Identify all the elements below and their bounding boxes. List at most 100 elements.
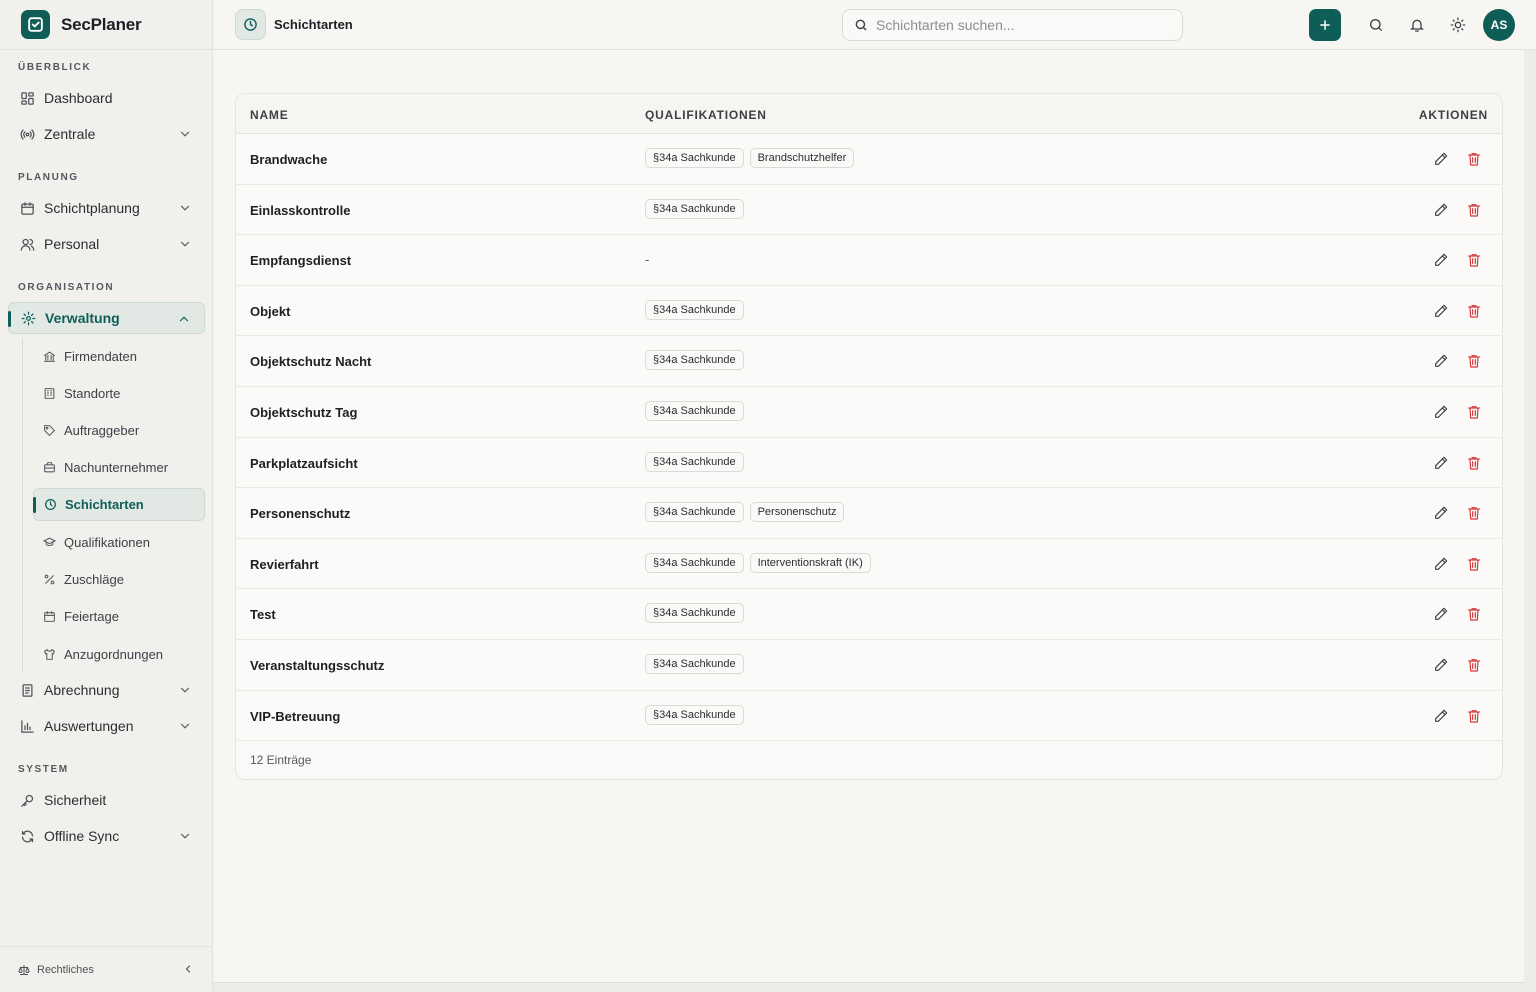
table-row[interactable]: Brandwache §34a Sachkunde Brandschutzhelfe… xyxy=(236,134,1502,185)
sidebar-subitem-anzugordnungen[interactable]: Anzugordnungen xyxy=(33,638,205,671)
table-row[interactable]: Empfangsdienst - xyxy=(236,235,1502,286)
avatar[interactable]: AS xyxy=(1483,9,1515,41)
table-row[interactable]: Revierfahrt §34a Sachkunde Interventionskr… xyxy=(236,538,1502,590)
sidebar-item-personal[interactable]: Personal xyxy=(8,228,205,260)
delete-icon[interactable] xyxy=(1466,353,1482,369)
sidebar-item-sicherheit[interactable]: Sicherheit xyxy=(8,784,205,816)
sidebar-subitem-schichtarten[interactable]: Schichtarten xyxy=(33,488,205,521)
grid-icon xyxy=(19,90,35,106)
qualification-badge: §34a Sachkunde xyxy=(645,552,744,573)
sidebar-item-verwaltung[interactable]: Verwaltung xyxy=(8,302,205,334)
sidebar-footer: Rechtliches xyxy=(0,946,212,992)
entry-count: 12 Einträge xyxy=(250,753,312,767)
sidebar-subitem-label: Standorte xyxy=(64,386,121,401)
table-row[interactable]: Objekt §34a Sachkunde xyxy=(236,285,1502,337)
collapse-sidebar-icon[interactable] xyxy=(182,963,194,975)
sidebar-item-abrechnung[interactable]: Abrechnung xyxy=(8,674,205,706)
table-row[interactable]: VIP-Betreuung §34a Sachkunde xyxy=(236,690,1502,742)
edit-icon[interactable] xyxy=(1433,455,1449,471)
table-row[interactable]: Veranstaltungsschutz §34a Sachkunde xyxy=(236,639,1502,691)
table-row[interactable]: Test §34a Sachkunde xyxy=(236,589,1502,640)
shift-type-name: Objekt xyxy=(250,303,291,319)
users-icon xyxy=(19,236,35,252)
qualification-badge: §34a Sachkunde xyxy=(645,198,744,219)
section-system: SYSTEM xyxy=(18,764,69,775)
app-name: SecPlaner xyxy=(61,14,142,34)
qualification-list: §34a Sachkunde Brandschutzhelfer xyxy=(645,148,855,168)
table-row[interactable]: Objektschutz Nacht §34a Sachkunde xyxy=(236,336,1502,387)
edit-icon[interactable] xyxy=(1433,657,1449,673)
section-organisation: ORGANISATION xyxy=(18,282,115,293)
qualification-list: §34a Sachkunde xyxy=(645,400,744,421)
vertical-scrollbar[interactable] xyxy=(1524,50,1536,992)
shift-type-name: Empfangsdienst xyxy=(250,253,352,269)
sidebar: SecPlaner ÜBERBLICK Dashboard Zentrale P… xyxy=(0,0,213,992)
delete-icon[interactable] xyxy=(1466,404,1482,420)
column-header-name[interactable]: NAME xyxy=(250,108,289,122)
shirt-icon xyxy=(42,648,56,662)
edit-icon[interactable] xyxy=(1433,252,1449,268)
brand[interactable]: SecPlaner xyxy=(0,0,212,50)
delete-icon[interactable] xyxy=(1466,606,1482,622)
table-row[interactable]: Objektschutz Tag §34a Sachkunde xyxy=(236,386,1502,438)
clock-icon xyxy=(43,498,57,512)
delete-icon[interactable] xyxy=(1466,303,1482,319)
shift-type-name: Veranstaltungsschutz xyxy=(250,657,385,673)
delete-icon[interactable] xyxy=(1466,708,1482,724)
bell-icon[interactable] xyxy=(1409,17,1425,33)
add-button[interactable] xyxy=(1309,9,1341,41)
delete-icon[interactable] xyxy=(1466,556,1482,572)
briefcase-icon xyxy=(42,461,56,475)
qualification-badge: §34a Sachkunde xyxy=(645,603,744,624)
edit-icon[interactable] xyxy=(1433,202,1449,218)
sidebar-item-auswertungen[interactable]: Auswertungen xyxy=(8,710,205,742)
horizontal-scrollbar[interactable] xyxy=(213,982,1524,992)
edit-icon[interactable] xyxy=(1433,606,1449,622)
edit-icon[interactable] xyxy=(1433,303,1449,319)
search-input[interactable] xyxy=(876,17,1156,33)
table-row[interactable]: Einlasskontrolle §34a Sachkunde xyxy=(236,184,1502,236)
sidebar-subitem-feiertage[interactable]: Feiertage xyxy=(33,600,205,633)
qualification-badge: §34a Sachkunde xyxy=(645,299,744,320)
refresh-icon xyxy=(19,828,35,844)
sidebar-item-offline-sync[interactable]: Offline Sync xyxy=(8,820,205,852)
edit-icon[interactable] xyxy=(1433,151,1449,167)
legal-link[interactable]: Rechtliches xyxy=(37,964,94,976)
delete-icon[interactable] xyxy=(1466,455,1482,471)
table-row[interactable]: Parkplatzaufsicht §34a Sachkunde xyxy=(236,437,1502,489)
search-icon[interactable] xyxy=(1368,17,1384,33)
qualification-badge: Brandschutzhelfer xyxy=(749,148,855,168)
page-title: Schichtarten xyxy=(274,17,353,32)
sidebar-subitem-label: Firmendaten xyxy=(64,349,137,364)
sidebar-subitem-auftraggeber[interactable]: Auftraggeber xyxy=(33,414,205,447)
delete-icon[interactable] xyxy=(1466,505,1482,521)
shift-type-name: Objektschutz Nacht xyxy=(250,354,372,370)
sun-icon[interactable] xyxy=(1450,17,1466,33)
sidebar-subitem-standorte[interactable]: Standorte xyxy=(33,377,205,410)
qualification-badge: §34a Sachkunde xyxy=(645,451,744,472)
edit-icon[interactable] xyxy=(1433,708,1449,724)
delete-icon[interactable] xyxy=(1466,657,1482,673)
sidebar-item-schichtplanung[interactable]: Schichtplanung xyxy=(8,192,205,224)
sidebar-subitem-label: Zuschläge xyxy=(64,572,124,587)
delete-icon[interactable] xyxy=(1466,151,1482,167)
search-box[interactable] xyxy=(842,9,1183,41)
sidebar-subitem-nachunternehmer[interactable]: Nachunternehmer xyxy=(33,451,205,484)
edit-icon[interactable] xyxy=(1433,556,1449,572)
sidebar-item-label: Personal xyxy=(44,236,100,252)
calendar-icon xyxy=(19,200,35,216)
sidebar-item-zentrale[interactable]: Zentrale xyxy=(8,118,205,150)
delete-icon[interactable] xyxy=(1466,252,1482,268)
table-row[interactable]: Personenschutz §34a Sachkunde Personenschu… xyxy=(236,488,1502,539)
edit-icon[interactable] xyxy=(1433,505,1449,521)
submenu-rail xyxy=(22,338,23,672)
percent-icon xyxy=(42,573,56,587)
edit-icon[interactable] xyxy=(1433,404,1449,420)
delete-icon[interactable] xyxy=(1466,202,1482,218)
sidebar-subitem-firmendaten[interactable]: Firmendaten xyxy=(33,340,205,373)
sidebar-item-dashboard[interactable]: Dashboard xyxy=(8,82,205,114)
sidebar-subitem-zuschlaege[interactable]: Zuschläge xyxy=(33,563,205,596)
sidebar-subitem-qualifikationen[interactable]: Qualifikationen xyxy=(33,526,205,559)
sidebar-subitem-label: Nachunternehmer xyxy=(64,460,169,475)
edit-icon[interactable] xyxy=(1433,353,1449,369)
